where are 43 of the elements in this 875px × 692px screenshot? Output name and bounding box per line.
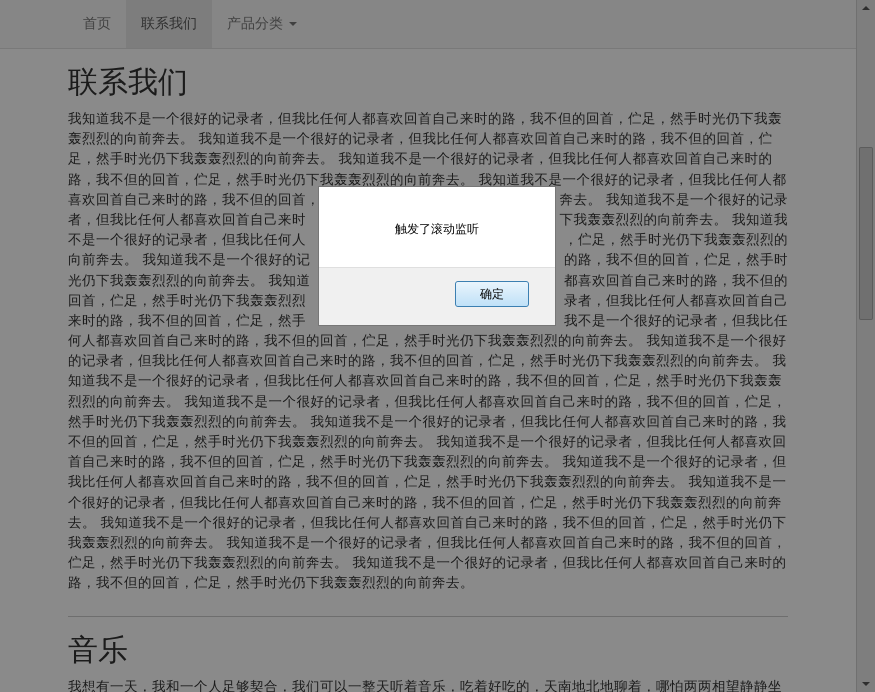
text-line: 然手时光仍下我轰轰烈烈的向前奔去。 我知道我不是一个很好的记录者，但我比任何人都喜欢回首自己来时的路，我 <box>68 412 786 432</box>
text-line: 去。 我知道我不是一个很好的记录者，但我比任何人都喜欢回首自己来时的路，我不但的回首，伫足，然手时光仍下 <box>68 514 786 533</box>
text-line: 回首，伫足，然手时光仍下我轰轰烈烈 <box>68 292 306 311</box>
caret-icon <box>289 22 297 26</box>
text-line: 何人都喜欢回首自己来时的路，我不但的回首，伫足，然手时光仍下我轰轰烈烈的向前奔去。 我知道我不是一个很好 <box>68 332 786 352</box>
text-line: 奔去。 我知道我不是一个很好的记录 <box>560 190 788 210</box>
text-line: 首自己来时的路，我不但的回首，伫足，然手时光仍下我轰轰烈烈的向前奔去。 我知道我不是一个很好的记录者，但 <box>68 453 786 472</box>
dropdown-nav-link[interactable]: 产品分类 <box>212 0 312 48</box>
text-line: 知道我不是一个很好的记录者，但我比任何人都喜欢回首自己来时的路，我不但的回首，伫足，然手时光仍下我轰轰 <box>68 372 782 392</box>
text-line: 下我轰轰烈烈的向前奔去。 我知道我 <box>560 210 788 230</box>
text-line: 个很好的记录者，但我比任何人都喜欢回首自己来时的路，我不但的回首，伫足，然手时光仍下我轰轰烈烈的向前奔 <box>68 494 782 513</box>
ok-button[interactable]: 确定 <box>455 281 529 307</box>
text-line: 都喜欢回首自己来时的路，我不但的 <box>564 272 788 290</box>
scrollbar-thumb[interactable] <box>859 147 873 320</box>
text-line: 向前奔去。 我知道我不是一个很好的记 <box>68 251 310 270</box>
text-line: 我轰轰烈烈的向前奔去。 我知道我不是一个很好的记录者，但我比任何人都喜欢回首自己来时的路，我不但的回首， <box>68 534 786 553</box>
text-line: 来时的路，我不但的回首，伫足，然手 <box>68 312 306 331</box>
nav-link[interactable]: 联系我们 <box>126 0 212 48</box>
text-line: 的路，我不但的回首，伫足，然手时 <box>564 251 788 270</box>
text-line: 路，我不但的回首，伫足，然手时光仍下我轰轰烈烈的向前奔去。 <box>68 574 474 594</box>
section-heading: 联系我们 <box>68 66 189 99</box>
text-line: 不但的回首，伫足，然手时光仍下我轰轰烈烈的向前奔去。 我知道我不是一个很好的记录者，但我比任何人都喜欢回 <box>68 433 786 452</box>
text-line: 足，然手时光仍下我轰轰烈烈的向前奔去。 我知道我不是一个很好的记录者，但我比任何人都喜欢回首自己来时的 <box>68 150 772 170</box>
dialog-message: 触发了滚动监听 <box>394 221 480 238</box>
text-line: 录者，但我比任何人都喜欢回首自己 <box>564 292 788 311</box>
scroll-up-icon[interactable] <box>862 6 870 10</box>
scrollbar[interactable] <box>856 0 875 692</box>
text-line: 我不是一个很好的记录者，但我比任 <box>564 312 788 331</box>
text-line: ，伫足，然手时光仍下我轰轰烈烈的 <box>564 231 788 250</box>
scroll-down-icon[interactable] <box>862 682 870 686</box>
text-line: 轰烈烈的向前奔去。 我知道我不是一个很好的记录者，但我比任何人都喜欢回首自己来时的路，我不但的回首，伫 <box>68 130 772 150</box>
nav-link[interactable]: 首页 <box>68 0 126 48</box>
text-line: 伫足，然手时光仍下我轰轰烈烈的向前奔去。 我知道我不是一个很好的记录者，但我比任何人都喜欢回首自己来时的 <box>68 554 786 574</box>
text-line: 的记录者，但我比任何人都喜欢回首自己来时的路，我不但的回首，伫足，然手时光仍下我轰轰烈烈的向前奔去。 我 <box>68 352 786 372</box>
text-line: 路，我不但的回首，伫足，然手时光仍下我轰轰烈烈的向前奔去。 我知道我不是一个很好的记录者，但我比任何人都 <box>68 170 786 190</box>
text-line: 我知道我不是一个很好的记录者，但我比任何人都喜欢回首自己来时的路，我不但的回首，伫足，然手时光仍下我轰 <box>68 110 782 129</box>
text-line: 我比任何人都喜欢回首自己来时的路，我不但的回首，伫足，然手时光仍下我轰轰烈烈的向前奔去。 我知道我不是一 <box>68 473 786 492</box>
section-heading: 音乐 <box>68 634 129 666</box>
text-line: 者，但我比任何人都喜欢回首自己来时 <box>68 210 306 230</box>
text-line: 不是一个很好的记录者，但我比任何人 <box>68 231 306 250</box>
text-line: 光仍下我轰轰烈烈的向前奔去。 我知道 <box>68 272 310 290</box>
text-line: 烈烈的向前奔去。 我知道我不是一个很好的记录者，但我比任何人都喜欢回首自己来时的路，我不但的回首，伫足， <box>68 392 786 412</box>
text-line: 喜欢回首自己来时的路，我不但的回首， <box>68 190 320 210</box>
